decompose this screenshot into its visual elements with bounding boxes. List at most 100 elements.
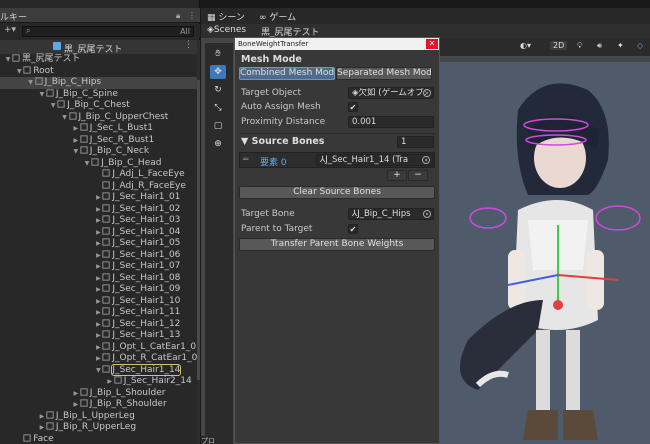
tab-game[interactable]: ∞ ゲーム [259,10,296,23]
hierarchy-item[interactable]: ▶ J_Sec_Hair1_08 [0,273,197,285]
scrollbar-thumb[interactable] [197,80,200,380]
collapse-arrow-icon[interactable]: ▶ [94,273,102,285]
expand-arrow-icon[interactable]: ▼ [4,54,12,66]
scale-tool-icon[interactable]: ⤡ [210,101,226,115]
hierarchy-item[interactable]: ▼ Root [0,66,197,78]
expand-arrow-icon[interactable]: ▼ [72,146,80,158]
parent-to-target-checkbox[interactable]: ✔ [348,224,358,234]
collapse-arrow-icon[interactable]: ▶ [38,411,46,423]
collapse-arrow-icon[interactable]: ▶ [38,422,46,434]
hierarchy-item[interactable]: ▼ J_Bip_C_Neck [0,146,197,158]
hierarchy-item[interactable]: ▶ J_Bip_L_UpperLeg [0,411,197,423]
target-bone-field[interactable]: ⅄J_Bip_C_Hips [348,208,434,220]
hierarchy-item[interactable]: ▶ J_Bip_R_Shoulder [0,399,197,411]
expand-arrow-icon[interactable]: ▼ [15,66,23,78]
hierarchy-item[interactable]: ▶ J_Opt_L_CatEar1_0 [0,342,197,354]
hierarchy-item[interactable]: ▶ J_Sec_Hair1_04 [0,227,197,239]
expand-arrow-icon[interactable]: ▼ [27,77,35,89]
collapse-arrow-icon[interactable]: ▶ [94,238,102,250]
move-tool-icon[interactable]: ✥ [210,65,226,79]
gizmos-icon[interactable]: ◇ [637,41,643,50]
hierarchy-item[interactable]: ▶ J_Sec_Hair1_06 [0,250,197,262]
collapse-arrow-icon[interactable]: ▶ [106,376,114,388]
hierarchy-item[interactable]: ▶ J_Sec_Hair1_02 [0,204,197,216]
target-bone-picker-icon[interactable] [423,210,431,218]
hierarchy-item[interactable]: J_Adj_L_FaceEye [0,169,197,181]
hierarchy-item[interactable]: ▶ J_Sec_Hair1_07 [0,261,197,273]
scene-menu-icon[interactable]: ⋮ [184,40,193,50]
add-object-icon[interactable]: +▾ [4,25,16,35]
bone-picker-icon[interactable] [422,156,430,164]
combined-mesh-mode-button[interactable]: Combined Mesh Mode [239,67,335,80]
hierarchy-item[interactable]: Face [0,434,197,444]
rotate-tool-icon[interactable]: ↻ [210,83,226,97]
hierarchy-item[interactable]: ▼ J_Bip_C_UpperChest [0,112,197,124]
hierarchy-item[interactable]: ▶ J_Sec_Hair1_10 [0,296,197,308]
hierarchy-item[interactable]: ▼ J_Bip_C_Spine [0,89,197,101]
expand-arrow-icon[interactable]: ▼ [38,89,46,101]
2d-toggle[interactable]: 2D [550,41,568,50]
collapse-arrow-icon[interactable]: ▶ [94,330,102,342]
hierarchy-item[interactable]: J_Adj_R_FaceEye [0,181,197,193]
collapse-arrow-icon[interactable]: ▶ [94,204,102,216]
hierarchy-tab[interactable]: ルキー 🔒︎ ⋮ [0,8,200,23]
collapse-arrow-icon[interactable]: ▶ [94,215,102,227]
auto-assign-checkbox[interactable]: ✔ [348,102,358,112]
lock-icon[interactable]: 🔒︎ [176,11,180,21]
hierarchy-item[interactable]: ▼ 黒_尻尾テスト [0,54,197,66]
character-model[interactable] [448,70,648,444]
project-tab[interactable]: プロ [201,436,231,444]
source-bones-count-input[interactable]: 1 [397,136,434,148]
expand-arrow-icon[interactable]: ▼ [83,158,91,170]
expand-arrow-icon[interactable]: ▼ [94,365,102,377]
hierarchy-item[interactable]: ▶ J_Sec_Hair1_12 [0,319,197,331]
hierarchy-item[interactable]: ▼ J_Bip_C_Hips [0,77,197,89]
collapse-arrow-icon[interactable]: ▶ [94,227,102,239]
remove-element-button[interactable]: − [408,170,428,181]
collapse-arrow-icon[interactable]: ▶ [72,123,80,135]
hierarchy-item[interactable]: ▼ J_Bip_C_Head [0,158,197,170]
menu-dots-icon[interactable]: ⋮ [188,11,196,20]
scene-header[interactable]: 黒_尻尾テスト ⋮ [0,40,197,55]
target-object-field[interactable]: ◈欠如 (ゲームオブ: [348,87,434,99]
collapse-arrow-icon[interactable]: ▶ [94,250,102,262]
hierarchy-scrollbar[interactable] [197,40,200,444]
hand-tool-icon[interactable]: ✋︎ [210,47,226,61]
effects-icon[interactable]: ✦ [617,41,624,50]
transfer-parent-bone-weights-button[interactable]: Transfer Parent Bone Weights [239,238,435,251]
lighting-icon[interactable]: 💡︎ [577,41,583,51]
hierarchy-item[interactable]: ▶ J_Sec_Hair1_11 [0,307,197,319]
collapse-arrow-icon[interactable]: ▶ [94,342,102,354]
hierarchy-item[interactable]: ▼ J_Bip_C_Chest [0,100,197,112]
collapse-arrow-icon[interactable]: ▶ [94,353,102,365]
expand-arrow-icon[interactable]: ▼ [49,100,57,112]
hierarchy-item[interactable]: ▶ J_Sec_L_Bust1 [0,123,197,135]
audio-icon[interactable]: 🔊︎ [597,41,602,51]
scenes-breadcrumb[interactable]: ◈Scenes [207,25,246,35]
hierarchy-search-input[interactable]: ⌕ All [22,26,194,37]
collapse-arrow-icon[interactable]: ▶ [72,388,80,400]
hierarchy-item[interactable]: ▶ J_Sec_Hair1_13 [0,330,197,342]
hierarchy-item[interactable]: ▶ J_Sec_Hair1_01 [0,192,197,204]
hierarchy-item[interactable]: ▶ J_Sec_Hair1_09 [0,284,197,296]
collapse-arrow-icon[interactable]: ▶ [72,135,80,147]
object-picker-icon[interactable] [423,89,431,97]
add-element-button[interactable]: + [387,170,407,181]
close-icon[interactable]: ✕ [426,39,438,49]
hierarchy-item[interactable]: ▶ J_Opt_R_CatEar1_0 [0,353,197,365]
tab-scene[interactable]: ▦ シーン [207,10,245,23]
separated-mesh-mode-button[interactable]: Separated Mesh Mode [336,67,432,80]
proximity-distance-input[interactable]: 0.001 [348,116,434,128]
clear-source-bones-button[interactable]: Clear Source Bones [239,186,435,199]
collapse-arrow-icon[interactable]: ▶ [72,399,80,411]
hierarchy-item[interactable]: ▶ J_Sec_R_Bust1 [0,135,197,147]
drag-handle-icon[interactable]: ═ [243,155,248,165]
collapse-arrow-icon[interactable]: ▶ [94,296,102,308]
collapse-arrow-icon[interactable]: ▶ [94,284,102,296]
hierarchy-item[interactable]: ▶ J_Sec_Hair2_14 [0,376,197,388]
hierarchy-item[interactable]: ▶ J_Sec_Hair1_03 [0,215,197,227]
hierarchy-item[interactable]: ▶ J_Bip_R_UpperLeg [0,422,197,434]
collapse-arrow-icon[interactable]: ▶ [94,307,102,319]
hierarchy-item[interactable]: ▶ J_Sec_Hair1_05 [0,238,197,250]
rect-tool-icon[interactable]: ▢ [210,119,226,133]
